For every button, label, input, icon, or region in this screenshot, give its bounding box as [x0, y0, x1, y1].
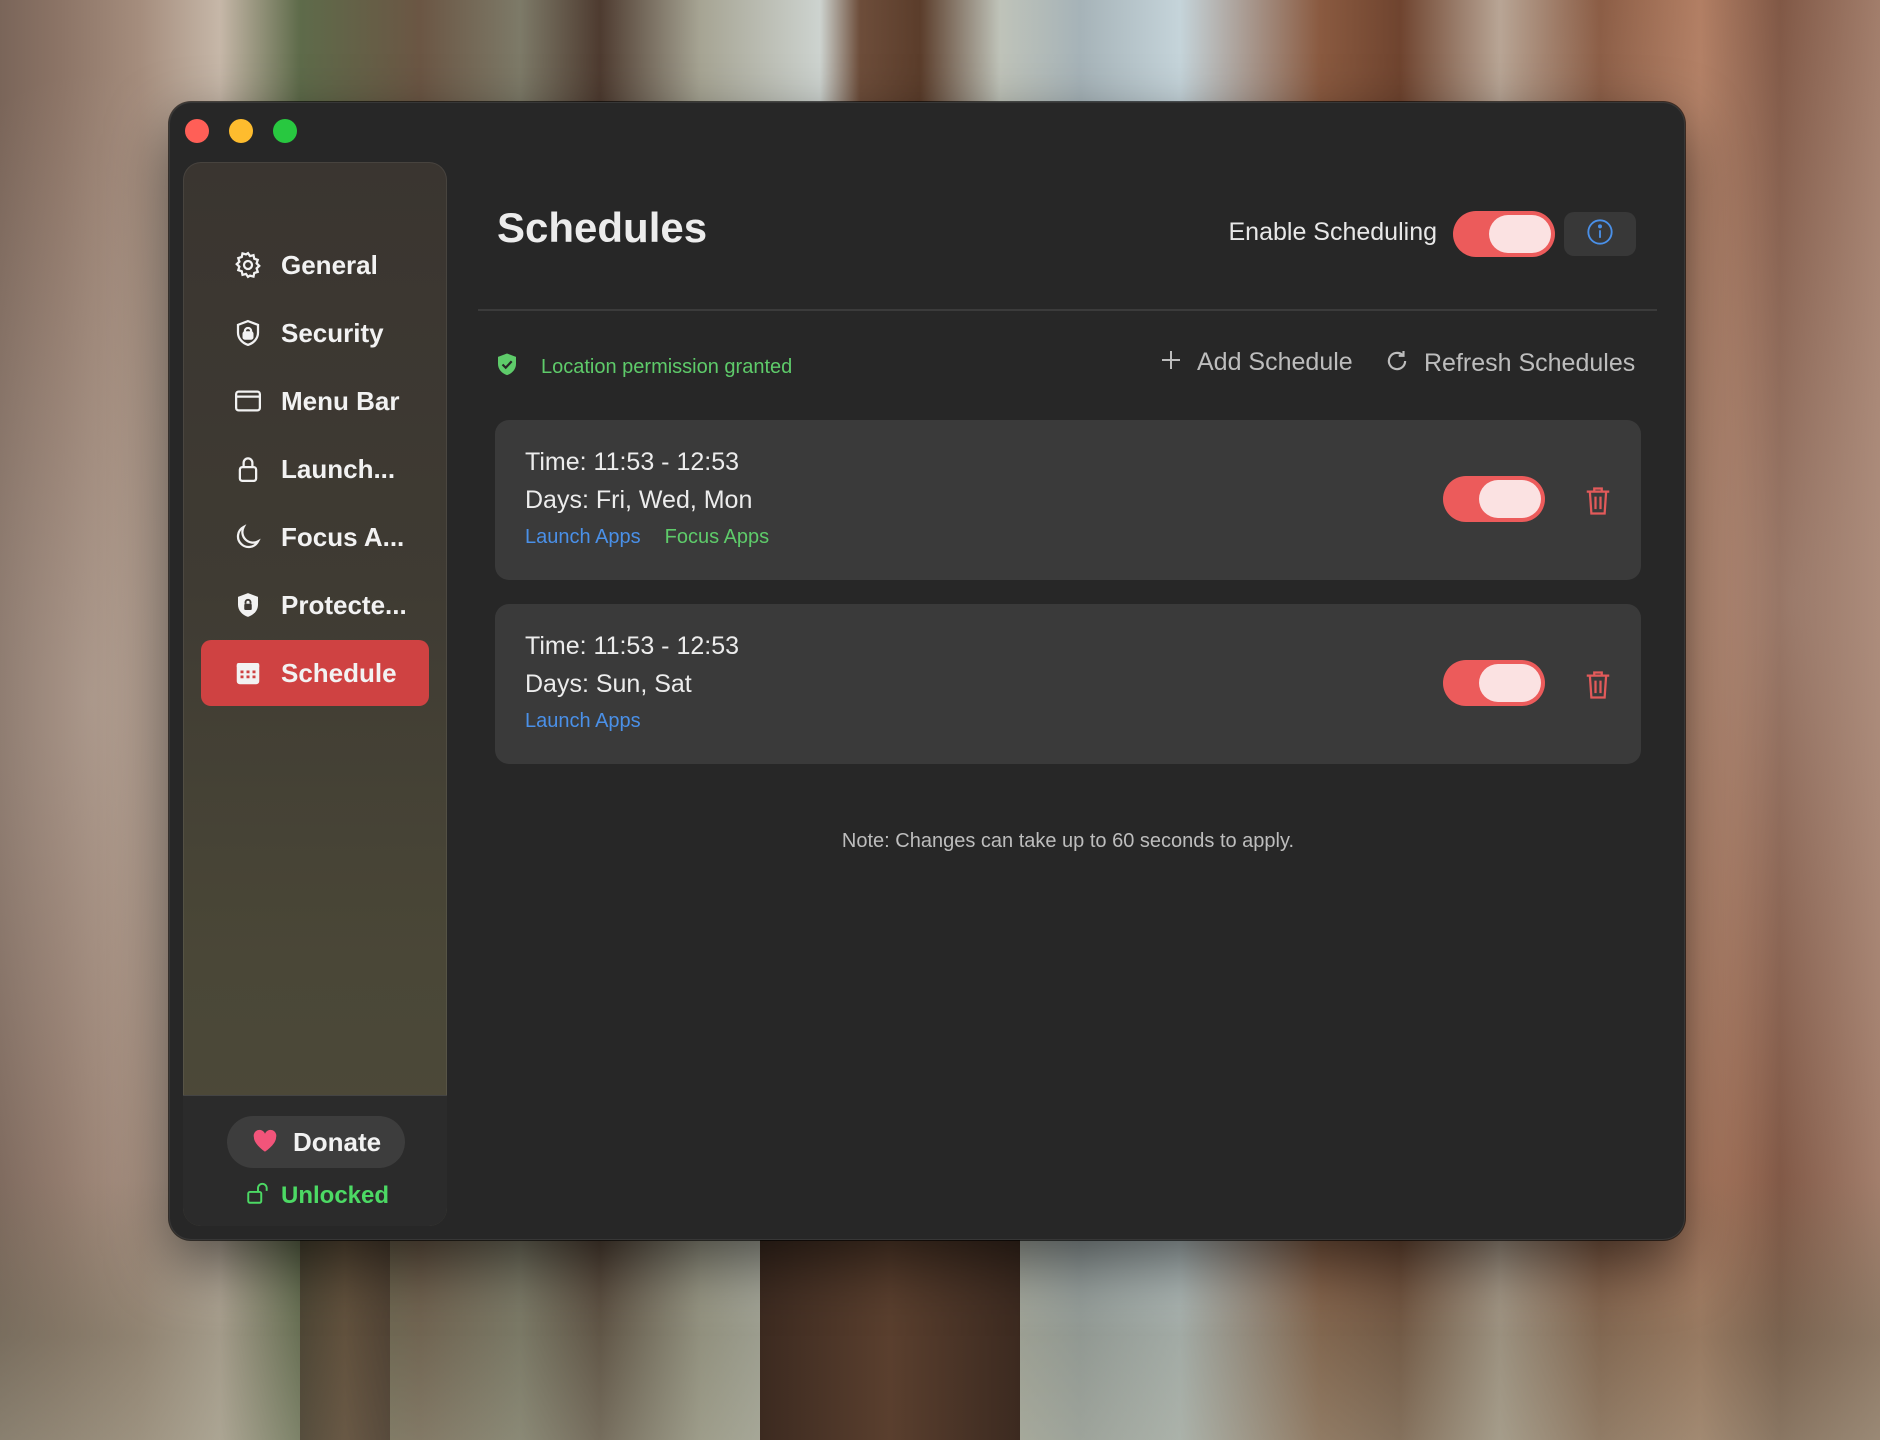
sidebar-item-label: Schedule [281, 657, 397, 688]
schedule-tags: Launch Apps Focus Apps [525, 526, 769, 549]
refresh-icon [1384, 348, 1410, 379]
tag-launch-apps: Launch Apps [525, 710, 641, 732]
schedule-card: Time: 11:53 - 12:53 Days: Fri, Wed, Mon … [495, 420, 1641, 580]
sidebar-item-label: Launch... [281, 453, 396, 484]
plus-icon [1159, 348, 1183, 377]
shield-check-icon [495, 352, 519, 383]
location-permission-status: Location permission granted [495, 352, 792, 383]
tag-focus-apps: Focus Apps [664, 526, 770, 548]
schedule-card: Time: 11:53 - 12:53 Days: Sun, Sat Launc… [495, 604, 1641, 764]
zoom-window-button[interactable] [273, 119, 297, 143]
menubar-window-icon [231, 384, 265, 418]
toggle-knob [1479, 480, 1541, 518]
minimize-window-button[interactable] [229, 119, 253, 143]
sidebar-item-label: Menu Bar [281, 385, 400, 416]
shield-lock-icon [231, 588, 265, 622]
refresh-schedules-button[interactable]: Refresh Schedules [1384, 348, 1635, 379]
sidebar-item-protected[interactable]: Protecte... [201, 572, 429, 638]
schedule-days: Days: Sun, Sat [525, 670, 692, 698]
info-button[interactable] [1564, 212, 1636, 256]
page-title: Schedules [497, 204, 708, 251]
schedule-time: Time: 11:53 - 12:53 [525, 448, 740, 476]
schedule-time: Time: 11:53 - 12:53 [525, 632, 740, 660]
info-icon [1586, 218, 1614, 251]
unlock-status-label: Unlocked [281, 1181, 390, 1209]
close-window-button[interactable] [185, 119, 209, 143]
trash-icon[interactable] [1583, 668, 1613, 702]
desktop-tree-trunk [760, 1220, 1020, 1440]
moon-icon [231, 520, 265, 554]
sidebar: General Security Menu Bar Launch... Focu… [183, 162, 447, 1226]
refresh-schedules-label: Refresh Schedules [1424, 349, 1636, 377]
enable-scheduling-toggle[interactable] [1453, 211, 1555, 257]
sidebar-item-focus[interactable]: Focus A... [201, 504, 429, 570]
donate-button[interactable]: Donate [227, 1116, 405, 1168]
add-schedule-button[interactable]: Add Schedule [1159, 348, 1353, 377]
trash-icon[interactable] [1583, 484, 1613, 518]
enable-scheduling-label: Enable Scheduling [1228, 218, 1438, 246]
lock-icon [231, 452, 265, 486]
sidebar-item-menu-bar[interactable]: Menu Bar [201, 368, 429, 434]
sidebar-item-label: Security [281, 317, 384, 348]
sidebar-item-label: Focus A... [281, 521, 405, 552]
schedule-enabled-toggle[interactable] [1443, 476, 1545, 522]
add-schedule-label: Add Schedule [1197, 348, 1353, 376]
unlocked-padlock-icon [245, 1180, 271, 1211]
schedule-enabled-toggle[interactable] [1443, 660, 1545, 706]
donate-label: Donate [292, 1126, 382, 1157]
toggle-knob [1489, 215, 1551, 253]
sidebar-item-general[interactable]: General [201, 232, 429, 298]
sidebar-item-label: Protecte... [281, 589, 407, 620]
sidebar-item-security[interactable]: Security [201, 300, 429, 366]
apply-delay-note: Note: Changes can take up to 60 seconds … [841, 830, 1295, 852]
sidebar-item-schedule[interactable]: Schedule [201, 640, 429, 706]
tag-launch-apps: Launch Apps [525, 526, 641, 548]
calendar-icon [231, 656, 265, 690]
sidebar-item-launch[interactable]: Launch... [201, 436, 429, 502]
location-permission-label: Location permission granted [541, 356, 793, 378]
header-divider [478, 309, 1657, 311]
schedule-days: Days: Fri, Wed, Mon [525, 486, 753, 514]
sidebar-footer: Donate Unlocked [183, 1095, 447, 1226]
sidebar-item-label: General [281, 249, 378, 280]
heart-icon [251, 1127, 279, 1158]
app-window: General Security Menu Bar Launch... Focu… [169, 102, 1685, 1240]
desktop-tree-trunk [300, 1220, 390, 1440]
gear-icon [231, 248, 265, 282]
unlock-status: Unlocked [245, 1180, 389, 1211]
schedule-tags: Launch Apps [525, 710, 665, 733]
shield-icon [231, 316, 265, 350]
toggle-knob [1479, 664, 1541, 702]
